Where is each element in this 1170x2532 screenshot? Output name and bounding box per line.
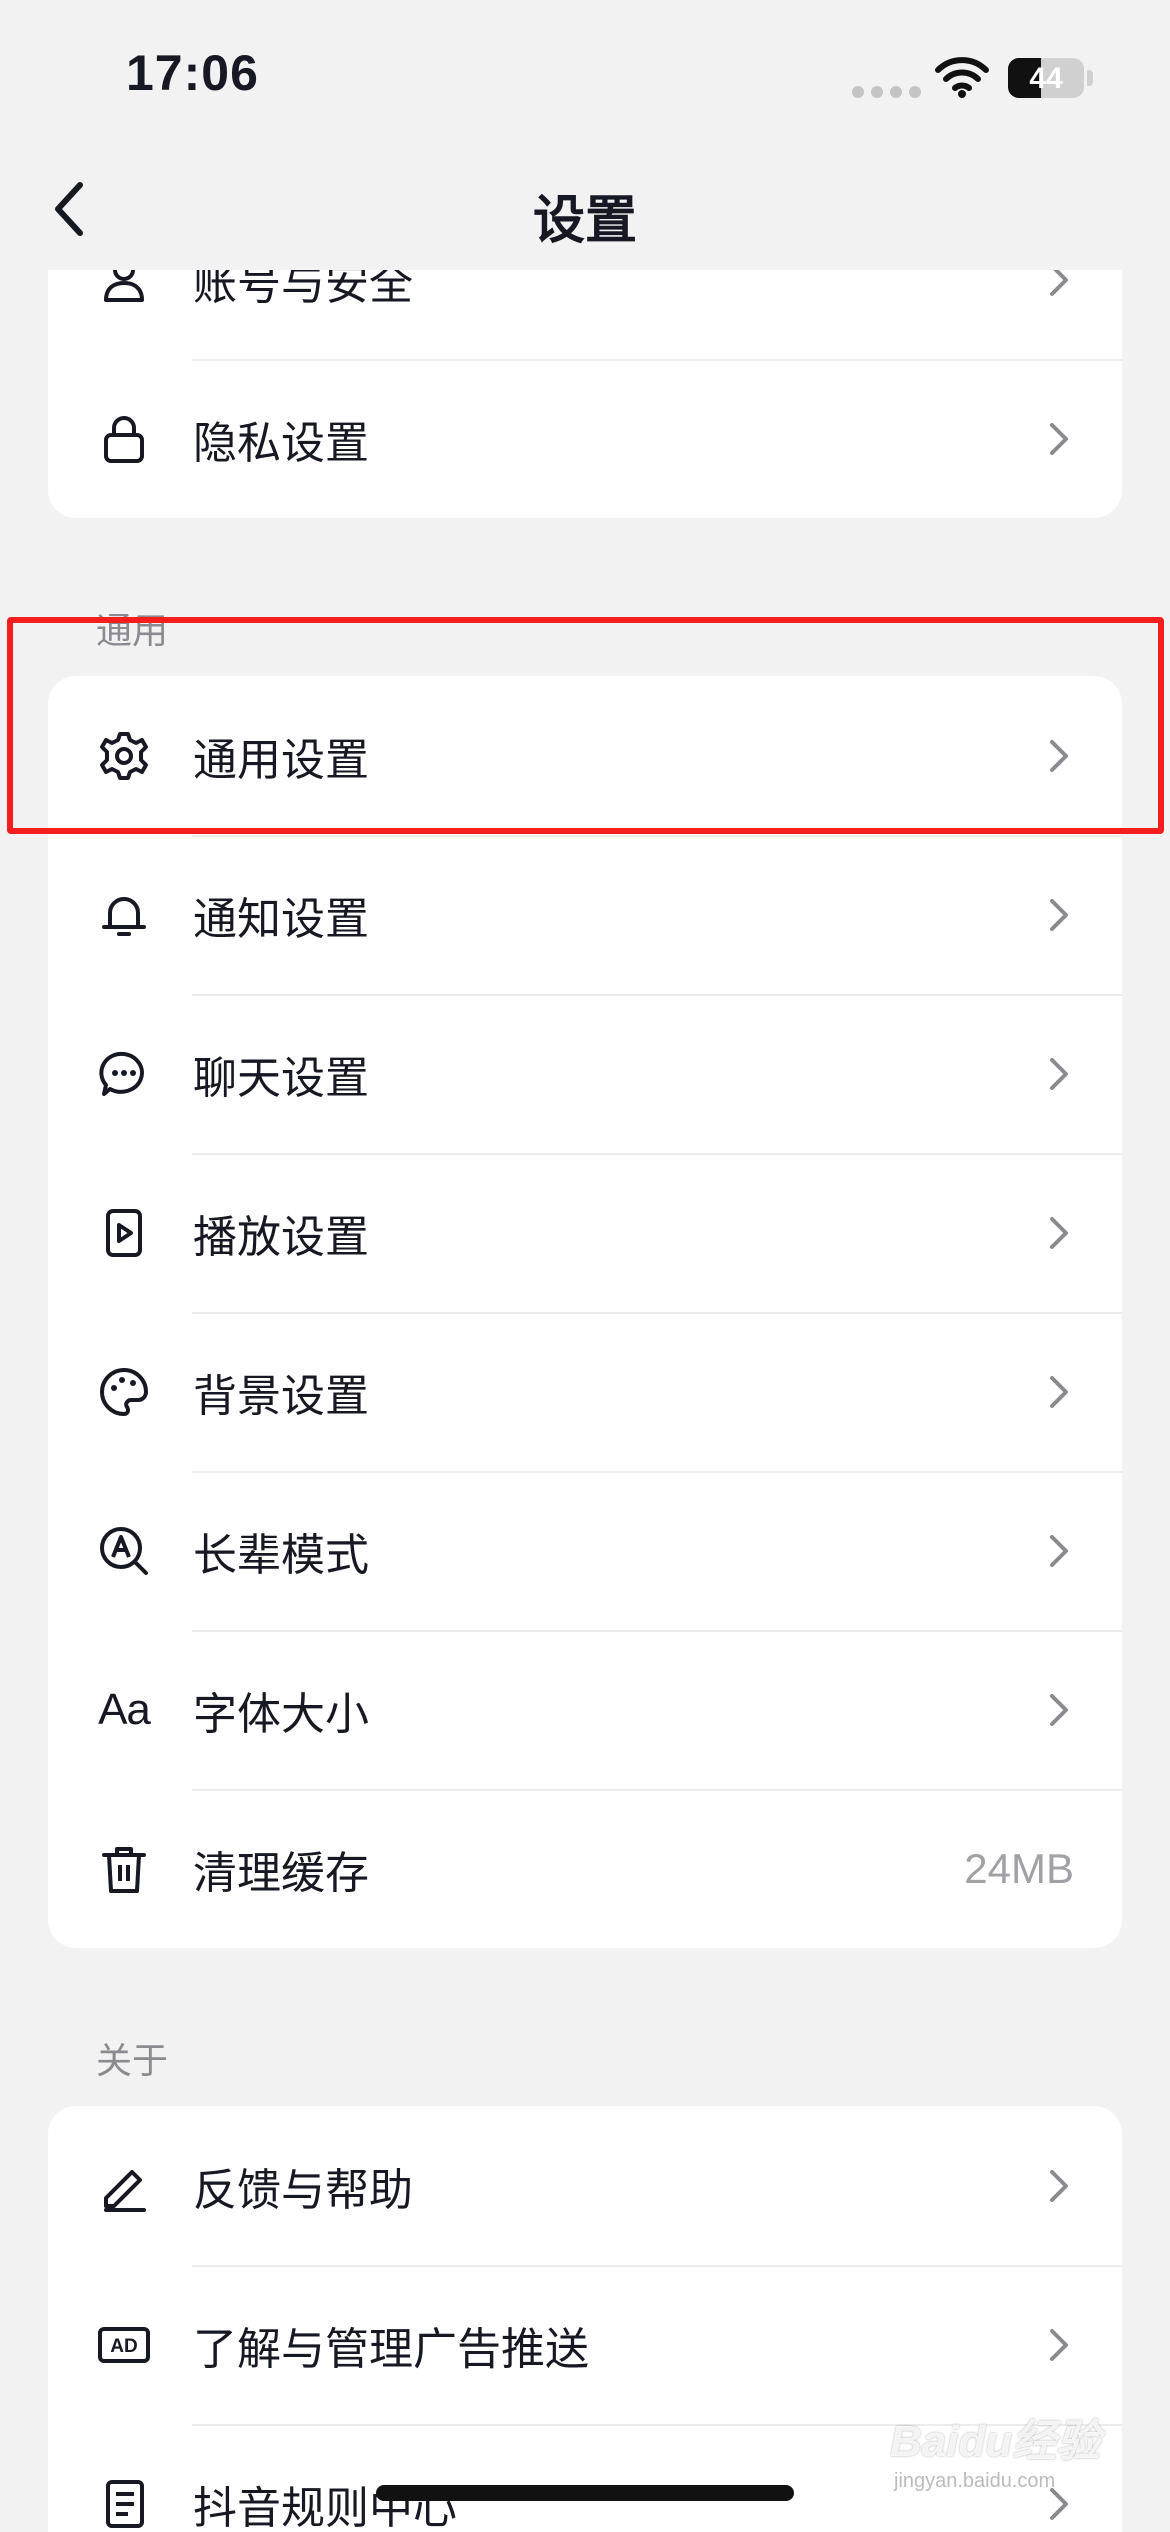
row-label: 反馈与帮助 xyxy=(193,2165,413,2215)
gear-icon xyxy=(94,726,154,786)
row-label: 通用设置 xyxy=(193,735,369,785)
font-size-glyph: Aa xyxy=(98,1684,151,1734)
chevron-right-icon xyxy=(1044,419,1074,459)
row-label: 了解与管理广告推送 xyxy=(193,2324,589,2374)
row-label: 账号与安全 xyxy=(193,270,413,309)
chevron-right-icon xyxy=(1044,1690,1074,1730)
battery-icon: 44 xyxy=(1008,58,1084,98)
trash-icon xyxy=(94,1839,154,1899)
row-label: 长辈模式 xyxy=(193,1530,369,1580)
row-label: 字体大小 xyxy=(193,1689,369,1739)
cache-size-value: 24MB xyxy=(964,1844,1074,1892)
font-size-icon: Aa xyxy=(94,1680,154,1740)
settings-scroll-area[interactable]: 账号与安全 隐私设置 通用 通用设置 通知设置 聊天设置 播放设置 背景设置 长… xyxy=(0,270,1170,2532)
chevron-right-icon xyxy=(1044,736,1074,776)
battery-tip xyxy=(1087,70,1093,86)
user-icon xyxy=(94,270,154,310)
chevron-right-icon xyxy=(1044,1531,1074,1571)
document-icon xyxy=(94,2474,154,2532)
battery-percent: 44 xyxy=(1029,62,1063,95)
row-label: 背景设置 xyxy=(193,1371,369,1421)
chevron-right-icon xyxy=(1044,1054,1074,1094)
row-ad-management[interactable]: AD 了解与管理广告推送 xyxy=(48,2265,1122,2424)
edit-icon xyxy=(94,2156,154,2216)
row-elder-mode[interactable]: 长辈模式 xyxy=(48,1471,1122,1630)
chevron-right-icon xyxy=(1044,270,1074,300)
page-title: 设置 xyxy=(532,192,637,250)
home-indicator[interactable] xyxy=(376,2485,794,2501)
settings-content: 账号与安全 隐私设置 通用 通用设置 通知设置 聊天设置 播放设置 背景设置 长… xyxy=(0,270,1170,2532)
row-label: 播放设置 xyxy=(193,1212,369,1262)
row-chat-settings[interactable]: 聊天设置 xyxy=(48,994,1122,1153)
row-label: 清理缓存 xyxy=(193,1848,369,1898)
general-card: 通用设置 通知设置 聊天设置 播放设置 背景设置 长辈模式 Aa 字体大小 清理… xyxy=(48,676,1122,1948)
row-label: 隐私设置 xyxy=(193,418,369,468)
row-general-settings[interactable]: 通用设置 xyxy=(48,676,1122,835)
account-card: 账号与安全 隐私设置 xyxy=(48,270,1122,518)
chat-bubble-icon xyxy=(94,1044,154,1104)
lock-icon xyxy=(94,409,154,469)
bell-icon xyxy=(94,885,154,945)
row-privacy-settings[interactable]: 隐私设置 xyxy=(48,359,1122,518)
chevron-right-icon xyxy=(1044,895,1074,935)
row-feedback-help[interactable]: 反馈与帮助 xyxy=(48,2106,1122,2265)
wifi-icon xyxy=(934,54,990,103)
chevron-right-icon xyxy=(1044,1372,1074,1412)
row-label: 聊天设置 xyxy=(193,1053,369,1103)
ad-icon: AD xyxy=(94,2315,154,2375)
row-clear-cache[interactable]: 清理缓存 24MB xyxy=(48,1789,1122,1948)
row-playback-settings[interactable]: 播放设置 xyxy=(48,1153,1122,1312)
row-notification-settings[interactable]: 通知设置 xyxy=(48,835,1122,994)
watermark-site: jingyan.baidu.com xyxy=(894,2470,1056,2492)
chevron-right-icon xyxy=(1044,2166,1074,2206)
palette-icon xyxy=(94,1362,154,1422)
row-font-size[interactable]: Aa 字体大小 xyxy=(48,1630,1122,1789)
cellular-signal-icon xyxy=(852,86,921,98)
play-icon xyxy=(94,1203,154,1263)
status-bar: 17:06 44 xyxy=(0,0,1170,150)
section-header-general: 通用 xyxy=(96,610,169,651)
status-time: 17:06 xyxy=(126,45,259,101)
chevron-right-icon xyxy=(1044,2325,1074,2365)
elder-mode-icon xyxy=(94,1521,154,1581)
ad-glyph: AD xyxy=(110,2336,137,2357)
navigation-bar: 设置 xyxy=(0,150,1170,270)
row-label: 通知设置 xyxy=(193,894,369,944)
row-background-settings[interactable]: 背景设置 xyxy=(48,1312,1122,1471)
section-header-about: 关于 xyxy=(96,2040,169,2081)
row-label: 抖音规则中心 xyxy=(193,2483,457,2532)
watermark-brand: Baidu经验 xyxy=(890,2417,1101,2466)
row-account-security[interactable]: 账号与安全 xyxy=(48,270,1122,359)
chevron-right-icon xyxy=(1044,1213,1074,1253)
